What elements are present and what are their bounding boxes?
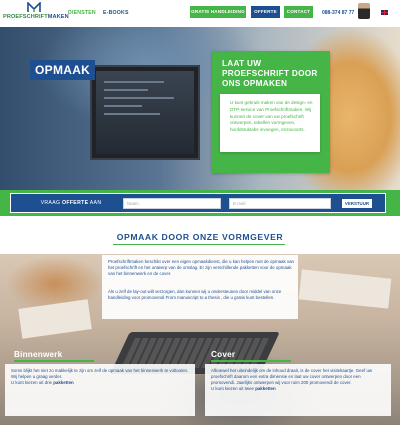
contact-button[interactable]: CONTACT (284, 6, 313, 18)
packages-link[interactable]: pakketten (53, 380, 74, 385)
card-cover: Alhoewel het uiteindelijk om de inhoud d… (205, 364, 391, 416)
phone-number[interactable]: 088-374 87 77 (322, 10, 354, 16)
logo-text-a: PROEFSCHRIFT (3, 14, 48, 20)
hero-banner: OPMAAK LAAT UW PROEFSCHRIFT DOOR ONS OPM… (0, 27, 400, 190)
section-title-divider (113, 244, 285, 245)
free-guide-button[interactable]: GRATIS HANDLEIDING (190, 6, 246, 18)
card-divider (211, 360, 291, 362)
card-body: Alhoewel het uiteindelijk om de inhoud d… (211, 368, 373, 385)
hero-title: LAAT UW PROEFSCHRIFT DOOR ONS OPMAKEN (222, 59, 318, 88)
site-logo[interactable]: PROEFSCHRIFTMAKEN (3, 2, 69, 24)
language-flag-icon[interactable] (381, 10, 388, 15)
logo-text: PROEFSCHRIFTMAKEN (3, 14, 69, 20)
submit-quote-button[interactable]: VERSTUUR (341, 198, 373, 209)
site-header: PROEFSCHRIFTMAKEN DIENSTEN E-BOOKS GRATI… (0, 0, 400, 27)
packages-link[interactable]: pakketten (255, 386, 276, 391)
quote-button[interactable]: OFFERTE (251, 6, 280, 18)
card-body: Soms blijkt het niet zo makkelijk te zij… (11, 368, 189, 379)
card-binnenwerk: Soms blijkt het niet zo makkelijk te zij… (5, 364, 195, 416)
hero-panel: LAAT UW PROEFSCHRIFT DOOR ONS OPMAKEN U … (212, 51, 330, 173)
section-title: OPMAAK DOOR ONZE VORMGEVER (116, 232, 284, 242)
monitor-image (90, 65, 200, 160)
quote-form: VRAAG OFFERTE AAN Naam E-mail VERSTUUR (10, 193, 386, 213)
logo-mark-icon (27, 2, 41, 12)
name-field[interactable]: Naam (123, 198, 221, 209)
quote-label-bold: OFFERTE (62, 200, 89, 206)
nav-link-ebooks[interactable]: E-BOOKS (103, 10, 129, 16)
card-title-cover: Cover (211, 350, 236, 359)
quote-label: VRAAG OFFERTE AAN (21, 200, 121, 206)
logo-text-b: MAKEN (47, 14, 69, 20)
quote-label-prefix: VRAAG (40, 200, 63, 206)
hero-body: U kunt gebruik maken van de design- en D… (230, 100, 313, 133)
card-title-binnenwerk: Binnenwerk (14, 350, 63, 359)
intro-paragraph-1: Proefschriftmaken beschikt over een eige… (108, 259, 294, 276)
page-tag: OPMAAK (30, 60, 96, 80)
hero-text-box: U kunt gebruik maken van de design- en D… (220, 94, 320, 152)
intro-paragraph-2: Als u zelf de lay-out wilt verzorgen, da… (108, 289, 282, 300)
intro-text-box: Proefschriftmaken beschikt over een eige… (102, 255, 298, 319)
nav-link-diensten[interactable]: DIENSTEN (68, 10, 96, 16)
quote-label-suffix: AAN (88, 200, 102, 206)
email-field[interactable]: E-mail (229, 198, 331, 209)
card-cta-prefix: U kunt kiezen uit twee (211, 386, 256, 391)
card-text: Soms blijkt het niet zo makkelijk te zij… (11, 368, 189, 386)
card-cta-prefix: U kunt kiezen uit drie (11, 380, 54, 385)
card-text: Alhoewel het uiteindelijk om de inhoud d… (211, 368, 385, 392)
card-divider (14, 360, 94, 362)
avatar (358, 3, 370, 19)
quote-request-bar: VRAAG OFFERTE AAN Naam E-mail VERSTUUR (0, 190, 400, 216)
